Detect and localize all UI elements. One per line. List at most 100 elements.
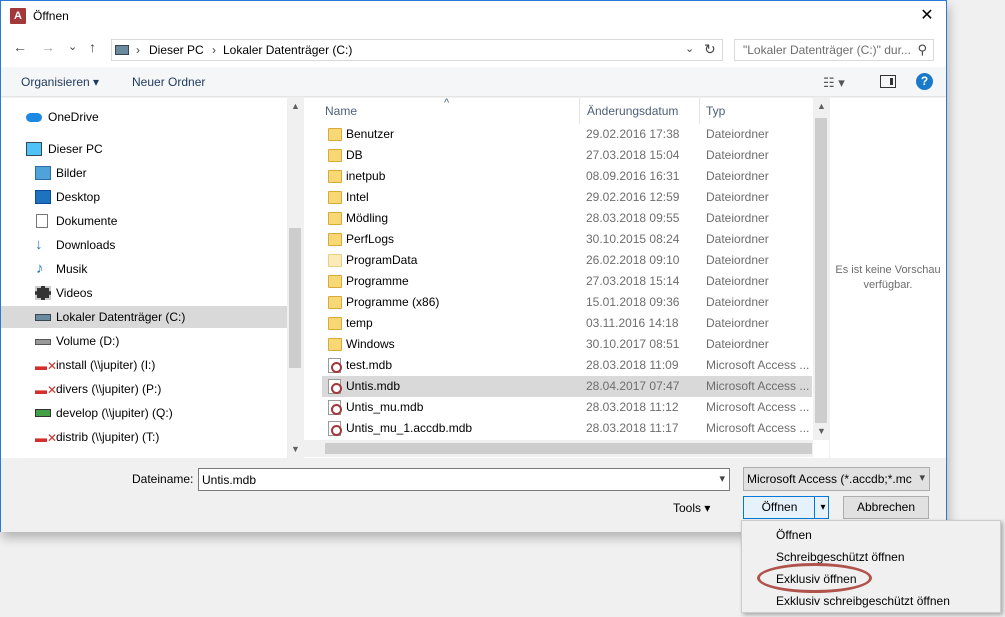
open-split-button[interactable]: Öffnen ▾: [743, 496, 829, 519]
organize-button[interactable]: Organisieren ▾: [21, 75, 99, 89]
sidebar-item-label: Dokumente: [56, 214, 118, 228]
refresh-icon[interactable]: ↻: [704, 41, 716, 58]
file-row[interactable]: ProgramData 26.02.2018 09:10 Dateiordner: [322, 250, 812, 271]
sidebar-item-label: develop (\\jupiter) (Q:): [56, 406, 173, 420]
file-list-vertical-scrollbar[interactable]: ▲ ▼: [813, 98, 829, 440]
command-toolbar: Organisieren ▾ Neuer Ordner ☷ ▾ ?: [1, 67, 946, 97]
column-divider[interactable]: [579, 98, 580, 124]
new-folder-button[interactable]: Neuer Ordner: [132, 75, 205, 89]
file-row[interactable]: test.mdb 28.03.2018 11:09 Microsoft Access…: [322, 355, 812, 376]
file-type: Dateiordner: [706, 253, 769, 267]
folder-icon: [328, 317, 342, 330]
up-arrow-icon[interactable]: ↑: [89, 39, 96, 55]
address-bar[interactable]: › Dieser PC › Lokaler Datenträger (C:) ⌄…: [111, 39, 723, 61]
file-type: Dateiordner: [706, 274, 769, 288]
file-row[interactable]: Intel 29.02.2016 12:59 Dateiordner: [322, 187, 812, 208]
window-title: Öffnen: [33, 9, 69, 23]
sidebar-item-this-pc[interactable]: Dieser PC: [1, 138, 287, 160]
open-file-dialog: A Öffnen ✕ ← → ⌄ ↑ › Dieser PC › Lokaler…: [0, 0, 947, 532]
sidebar-item-drive-t[interactable]: ▬✕ distrib (\\jupiter) (T:): [1, 426, 287, 448]
access-database-icon: [328, 421, 342, 436]
scroll-down-icon[interactable]: ▼: [817, 426, 826, 436]
close-icon[interactable]: ✕: [908, 1, 946, 31]
search-input[interactable]: "Lokaler Datenträger (C:)" dur... ⚲: [734, 39, 934, 61]
preview-pane-icon[interactable]: [880, 75, 896, 88]
file-type: Dateiordner: [706, 190, 769, 204]
menu-item-open[interactable]: Öffnen: [776, 528, 812, 542]
recent-locations-icon[interactable]: ⌄: [68, 40, 77, 53]
open-options-chevron-icon[interactable]: ▾: [817, 497, 829, 518]
sidebar-item-videos[interactable]: Videos: [1, 282, 287, 304]
folder-icon: [328, 191, 342, 204]
file-name: Mödling: [346, 211, 389, 225]
breadcrumb-dieser-pc[interactable]: Dieser PC: [149, 43, 204, 57]
column-header-name[interactable]: Name: [325, 104, 357, 118]
scrollbar-thumb[interactable]: [815, 118, 827, 423]
sidebar-item-music[interactable]: ♪ Musik: [1, 258, 287, 280]
file-row[interactable]: Mödling 28.03.2018 09:55 Dateiordner: [322, 208, 812, 229]
chevron-down-icon[interactable]: ▾: [719, 472, 725, 485]
folder-icon: [328, 170, 342, 183]
back-arrow-icon[interactable]: ←: [13, 39, 27, 55]
sidebar-item-documents[interactable]: Dokumente: [1, 210, 287, 232]
file-type: Dateiordner: [706, 127, 769, 141]
scrollbar-thumb[interactable]: [289, 228, 301, 368]
file-name: temp: [346, 316, 373, 330]
chevron-down-icon[interactable]: ▾: [917, 471, 925, 484]
scroll-up-icon[interactable]: ▲: [291, 101, 300, 111]
access-database-icon: [328, 379, 342, 394]
file-date: 26.02.2018 09:10: [586, 253, 680, 267]
file-row[interactable]: inetpub 08.09.2016 16:31 Dateiordner: [322, 166, 812, 187]
sidebar-item-onedrive[interactable]: OneDrive: [1, 106, 287, 128]
menu-item-open-exclusive-read-only[interactable]: Exklusiv schreibgeschützt öffnen: [776, 594, 950, 608]
file-row[interactable]: Programme (x86) 15.01.2018 09:36 Dateiordn…: [322, 292, 812, 313]
column-header-type[interactable]: Typ: [706, 104, 725, 118]
navigation-scrollbar[interactable]: ▲ ▼: [287, 98, 303, 458]
file-row[interactable]: Untis_mu_1.accdb.mdb 28.03.2018 11:17 Micr…: [322, 418, 812, 439]
file-type: Dateiordner: [706, 295, 769, 309]
file-date: 28.04.2017 07:47: [586, 379, 680, 393]
sidebar-item-drive-q[interactable]: develop (\\jupiter) (Q:): [1, 402, 287, 424]
file-type: Dateiordner: [706, 316, 769, 330]
file-row[interactable]: Windows 30.10.2017 08:51 Dateiordner: [322, 334, 812, 355]
forward-arrow-icon[interactable]: →: [41, 39, 55, 55]
sidebar-item-desktop[interactable]: Desktop: [1, 186, 287, 208]
view-options-icon[interactable]: ☷ ▾: [823, 75, 863, 90]
sidebar-item-drive-p[interactable]: ▬✕ divers (\\jupiter) (P:): [1, 378, 287, 400]
file-row[interactable]: Untis_mu.mdb 28.03.2018 11:12 Microsoft Ac…: [322, 397, 812, 418]
filename-label: Dateiname:: [132, 472, 194, 486]
file-list-horizontal-scrollbar[interactable]: [304, 440, 813, 457]
sidebar-item-drive-i[interactable]: ▬✕ install (\\jupiter) (I:): [1, 354, 287, 376]
tools-button[interactable]: Tools ▾: [673, 501, 710, 515]
sidebar-item-drive-d[interactable]: Volume (D:): [1, 330, 287, 352]
network-drive-icon: [35, 409, 51, 417]
file-name: test.mdb: [346, 358, 393, 372]
file-type-select[interactable]: Microsoft Access (*.accdb;*.mc ▾: [743, 467, 930, 491]
cancel-button[interactable]: Abbrechen: [843, 496, 929, 519]
file-type: Microsoft Access ...: [706, 379, 810, 393]
breadcrumb-separator[interactable]: ›: [136, 43, 140, 57]
scroll-up-icon[interactable]: ▲: [817, 101, 826, 111]
scroll-down-icon[interactable]: ▼: [291, 444, 300, 454]
sidebar-item-downloads[interactable]: ↓ Downloads: [1, 234, 287, 256]
scrollbar-thumb[interactable]: [325, 443, 812, 454]
file-row[interactable]: Untis.mdb 28.04.2017 07:47 Microsoft Acces…: [322, 376, 812, 397]
file-row[interactable]: DB 27.03.2018 15:04 Dateiordner: [322, 145, 812, 166]
column-divider[interactable]: [699, 98, 700, 124]
file-row[interactable]: PerfLogs 30.10.2015 08:24 Dateiordner: [322, 229, 812, 250]
sidebar-item-pictures[interactable]: Bilder: [1, 162, 287, 184]
file-date: 28.03.2018 11:17: [586, 421, 679, 435]
chevron-down-icon[interactable]: ⌄: [685, 42, 694, 55]
breadcrumb-separator[interactable]: ›: [212, 43, 216, 57]
breadcrumb-drive-c[interactable]: Lokaler Datenträger (C:): [223, 43, 352, 57]
column-header-date[interactable]: Änderungsdatum: [587, 104, 678, 118]
menu-item-open-read-only[interactable]: Schreibgeschützt öffnen: [776, 550, 905, 564]
file-row[interactable]: temp 03.11.2016 14:18 Dateiordner: [322, 313, 812, 334]
file-row[interactable]: Benutzer 29.02.2016 17:38 Dateiordner: [322, 124, 812, 145]
sidebar-item-label: Downloads: [56, 238, 116, 252]
open-button[interactable]: Öffnen: [744, 497, 815, 518]
sidebar-item-drive-c[interactable]: Lokaler Datenträger (C:): [1, 306, 287, 328]
filename-input[interactable]: Untis.mdb ▾: [198, 468, 730, 491]
file-row[interactable]: Programme 27.03.2018 15:14 Dateiordner: [322, 271, 812, 292]
help-icon[interactable]: ?: [916, 73, 933, 90]
